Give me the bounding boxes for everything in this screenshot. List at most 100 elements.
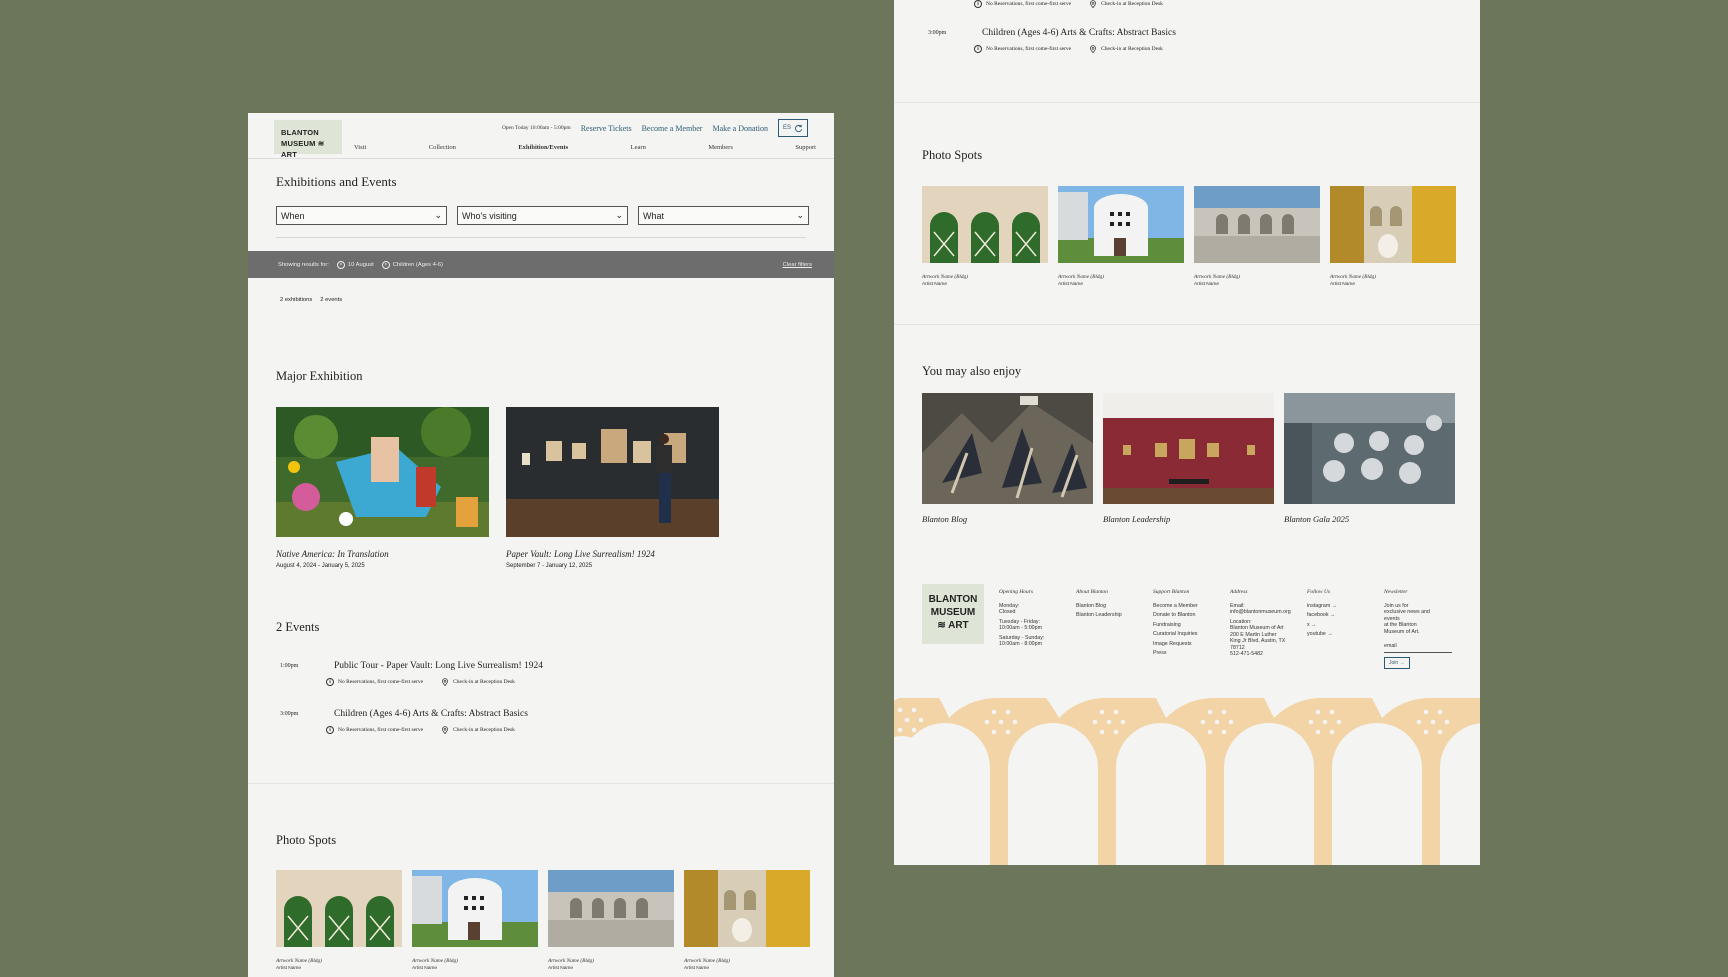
page-title: Exhibitions and Events bbox=[276, 174, 397, 189]
exhibition-image bbox=[276, 407, 489, 537]
nav-visit[interactable]: Visit bbox=[354, 144, 366, 151]
related-card[interactable]: Blanton Leadership bbox=[1103, 393, 1274, 524]
reservation-note: No Reservations, first come-first serve bbox=[986, 46, 1072, 52]
event-meta: i No Reservations, first come-first serve… bbox=[326, 678, 515, 686]
logo-text: BLANTON bbox=[281, 128, 319, 137]
make-donation-link[interactable]: Make a Donation bbox=[712, 124, 768, 133]
event-time: 3:00pm bbox=[280, 711, 299, 717]
checkin-note: Check-in at Reception Desk bbox=[1101, 46, 1163, 52]
main-nav: Visit Collection Exhibition/Events Learn… bbox=[354, 144, 816, 151]
events-heading: 2 Events bbox=[276, 620, 320, 634]
artwork-name: Artwork Name (Bldg) bbox=[1330, 274, 1376, 280]
what-select[interactable]: What ⌄ bbox=[638, 206, 809, 225]
exhibition-name: Native America: In Translation bbox=[276, 549, 389, 559]
nav-exhibition-events[interactable]: Exhibition/Events bbox=[518, 144, 568, 151]
divider bbox=[276, 237, 806, 238]
site-logo[interactable]: BLANTON MUSEUM ≋ ART bbox=[274, 120, 342, 159]
result-counts: 2 exhibitions 2 events bbox=[280, 297, 342, 303]
results-label: Showing results for: bbox=[278, 261, 329, 268]
phone-link[interactable]: 512-471-5482 bbox=[1230, 651, 1304, 658]
chip-label: 10 August bbox=[347, 261, 374, 268]
artwork-name: Artwork Name (Bldg) bbox=[1058, 274, 1104, 280]
checkin-note: Check-in at Reception Desk bbox=[453, 727, 515, 733]
divider bbox=[248, 783, 834, 784]
photo-spots-heading: Photo Spots bbox=[276, 833, 337, 847]
footer-heading: Address bbox=[1230, 589, 1248, 595]
info-icon: i bbox=[326, 678, 334, 686]
email-placeholder: email bbox=[1384, 643, 1397, 649]
become-member-link[interactable]: Become a Member bbox=[642, 124, 703, 133]
hours-line: 10:00am - 8:00pm bbox=[999, 641, 1042, 647]
location-pin-icon bbox=[1090, 45, 1096, 53]
filter-chip-audience[interactable]: × Children (Ages 4-6) bbox=[381, 260, 443, 269]
info-icon: i bbox=[974, 0, 982, 8]
photo-spot-card[interactable]: Artwork Name (Bldg) Artist Name bbox=[922, 186, 1048, 287]
footer-link-leadership[interactable]: Blanton Leadership bbox=[1076, 612, 1150, 619]
checkin-note: Check-in at Reception Desk bbox=[453, 679, 515, 685]
logo-text: ≋ ART bbox=[937, 620, 969, 631]
footer-support: Support Blanton Become a Member Donate t… bbox=[1153, 589, 1227, 657]
when-label: When bbox=[281, 210, 305, 221]
related-content-grid: Blanton Blog Blanton Leadership Blanton … bbox=[922, 393, 1455, 524]
footer-social: Follow Us instagram → facebook → x → you… bbox=[1307, 589, 1381, 638]
photo-spot-image bbox=[922, 186, 1048, 263]
join-button[interactable]: Join → bbox=[1384, 656, 1410, 669]
nav-members[interactable]: Members bbox=[708, 144, 733, 151]
remove-icon: × bbox=[336, 260, 345, 269]
footer-address: Address Email: info@blantonmuseum.org Lo… bbox=[1230, 589, 1304, 658]
major-exhibition-heading: Major Exhibition bbox=[276, 369, 363, 383]
newsletter-email-input[interactable]: email bbox=[1384, 643, 1452, 653]
event-meta: i No Reservations, first come-first serve… bbox=[974, 45, 1163, 53]
exhibition-card[interactable]: Native America: In Translation August 4,… bbox=[276, 407, 489, 569]
nav-support[interactable]: Support bbox=[795, 144, 816, 151]
exhibitions-count[interactable]: 2 exhibitions bbox=[280, 297, 312, 303]
photo-spots-heading: Photo Spots bbox=[922, 148, 983, 162]
hours-today: Open Today 10:00am - 5:00pm bbox=[501, 125, 571, 131]
artwork-name: Artwork Name (Bldg) bbox=[1194, 274, 1240, 280]
nav-collection[interactable]: Collection bbox=[429, 144, 456, 151]
location-pin-icon bbox=[442, 678, 448, 686]
event-title: Public Tour - Paper Vault: Long Live Sur… bbox=[334, 661, 544, 671]
photo-spot-card[interactable]: Artwork Name (Bldg) Artist Name bbox=[1194, 186, 1320, 287]
exhibition-dates: September 7 - January 12, 2025 bbox=[506, 563, 593, 569]
location-pin-icon bbox=[1090, 0, 1096, 8]
who-visiting-select[interactable]: Who's visiting ⌄ bbox=[457, 206, 628, 225]
language-label: ES bbox=[782, 125, 791, 131]
reserve-tickets-link[interactable]: Reserve Tickets bbox=[581, 124, 632, 133]
artist-name: Artist Name bbox=[276, 966, 302, 971]
event-title: Children (Ages 4-6) Arts & Crafts: Abstr… bbox=[334, 709, 528, 719]
filter-bar: When ⌄ Who's visiting ⌄ What ⌄ bbox=[276, 206, 809, 225]
photo-spots-grid: Artwork Name (Bldg) Artist Name Artwork … bbox=[276, 870, 810, 971]
footer-heading: Newsletter bbox=[1384, 589, 1408, 595]
photo-spot-card[interactable]: Artwork Name (Bldg) Artist Name bbox=[1330, 186, 1456, 287]
exhibition-card[interactable]: Paper Vault: Long Live Surrealism! 1924 … bbox=[506, 407, 719, 569]
clear-filters-link[interactable]: Clear filters bbox=[783, 262, 812, 268]
photo-spot-image bbox=[548, 870, 674, 947]
nav-learn[interactable]: Learn bbox=[631, 144, 646, 151]
footer-link[interactable]: Press bbox=[1153, 650, 1227, 657]
related-card[interactable]: Blanton Blog bbox=[922, 393, 1093, 524]
newsletter-text: Museum of Art. bbox=[1384, 628, 1420, 635]
photo-spot-card[interactable]: Artwork Name (Bldg) Artist Name bbox=[548, 870, 674, 971]
photo-spot-card[interactable]: Artwork Name (Bldg) Artist Name bbox=[412, 870, 538, 971]
filter-chip-date[interactable]: × 10 August bbox=[336, 260, 374, 269]
photo-spot-card[interactable]: Artwork Name (Bldg) Artist Name bbox=[1058, 186, 1184, 287]
when-select[interactable]: When ⌄ bbox=[276, 206, 447, 225]
events-count[interactable]: 2 events bbox=[320, 297, 342, 303]
divider bbox=[894, 324, 1480, 325]
photo-spot-card[interactable]: Artwork Name (Bldg) Artist Name bbox=[684, 870, 810, 971]
footer-hours: Opening Hours Monday: Closed Tuesday - F… bbox=[999, 589, 1073, 648]
language-toggle-button[interactable]: ES bbox=[778, 119, 808, 137]
related-card[interactable]: Blanton Gala 2025 bbox=[1284, 393, 1455, 524]
photo-spot-image bbox=[684, 870, 810, 947]
artist-name: Artist Name bbox=[1058, 282, 1084, 287]
youtube-link[interactable]: youtube → bbox=[1307, 631, 1381, 638]
info-icon: i bbox=[326, 726, 334, 734]
site-footer: BLANTON MUSEUM ≋ ART Opening Hours Monda… bbox=[922, 584, 1458, 669]
logo-text: MUSEUM ≋ ART bbox=[281, 139, 325, 159]
exhibition-name: Paper Vault: Long Live Surrealism! 1924 bbox=[506, 549, 655, 559]
artwork-name: Artwork Name (Bldg) bbox=[684, 958, 730, 964]
footer-heading: Support Blanton bbox=[1153, 589, 1190, 595]
footer-logo[interactable]: BLANTON MUSEUM ≋ ART bbox=[922, 584, 984, 644]
photo-spot-card[interactable]: Artwork Name (Bldg) Artist Name bbox=[276, 870, 402, 971]
